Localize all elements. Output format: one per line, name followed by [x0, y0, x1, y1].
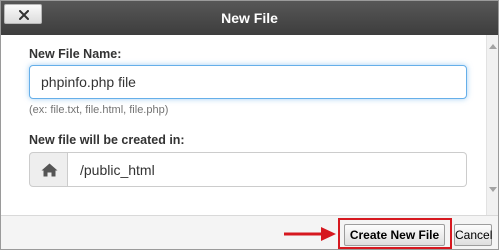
scroll-down-arrow-icon[interactable] — [489, 187, 497, 192]
cancel-button[interactable]: Cancel — [454, 224, 492, 246]
file-name-input[interactable] — [29, 65, 467, 99]
create-new-file-button[interactable]: Create New File — [344, 224, 445, 246]
scroll-up-arrow-icon[interactable] — [489, 44, 497, 49]
home-icon — [41, 163, 58, 177]
new-file-dialog: New File New File Name: (ex: file.txt, f… — [0, 0, 499, 250]
annotation-arrow-icon — [284, 227, 336, 241]
target-path-group — [29, 152, 467, 187]
file-name-label: New File Name: — [29, 47, 122, 61]
dialog-titlebar: New File — [1, 1, 498, 35]
target-path-input[interactable] — [68, 152, 467, 187]
dialog-body — [1, 35, 486, 215]
file-name-hint: (ex: file.txt, file.html, file.php) — [29, 104, 169, 116]
target-path-label: New file will be created in: — [29, 133, 185, 147]
path-addon — [29, 152, 68, 187]
dialog-title: New File — [221, 10, 278, 26]
vertical-scrollbar[interactable] — [486, 35, 498, 215]
